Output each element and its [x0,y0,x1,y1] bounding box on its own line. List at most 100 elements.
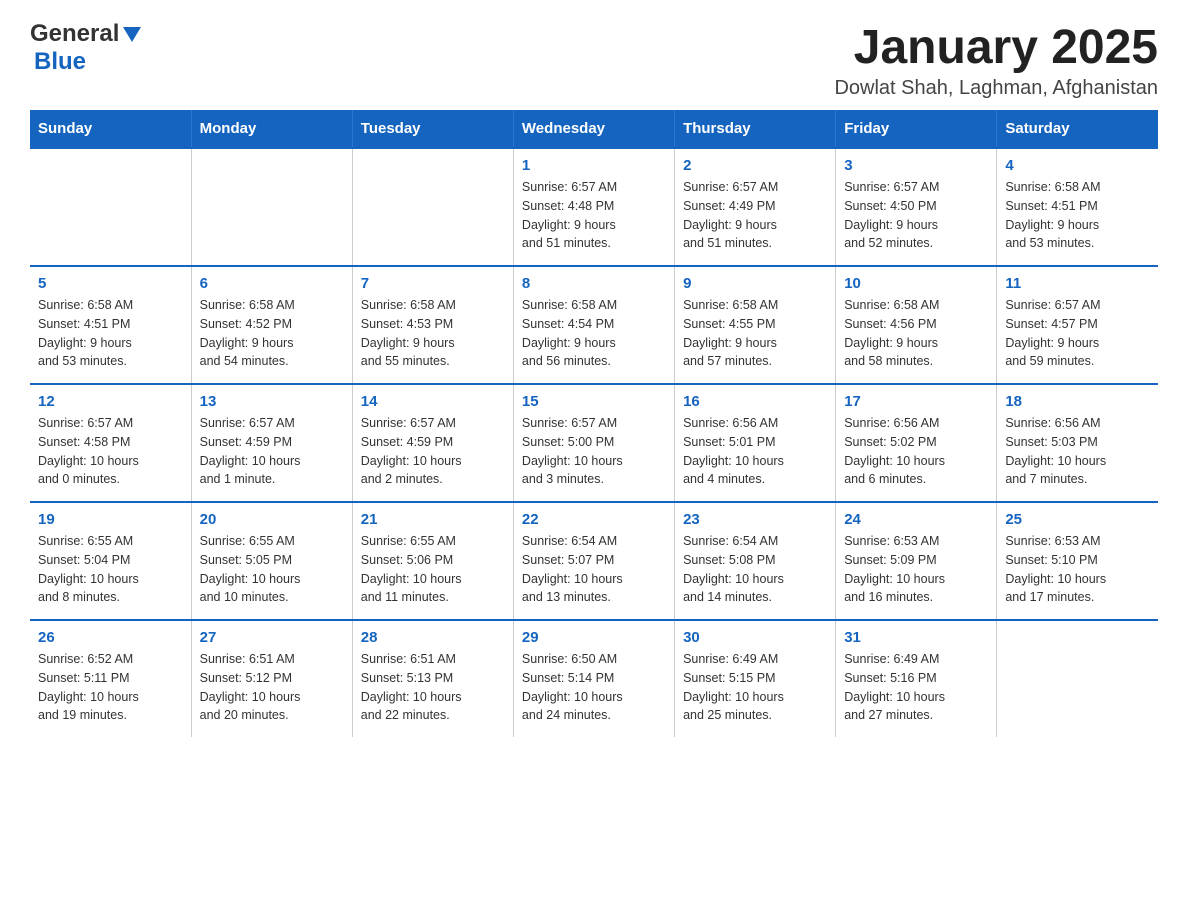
day-number: 13 [200,393,344,410]
col-header-tuesday: Tuesday [352,110,513,148]
calendar-cell: 25Sunrise: 6:53 AMSunset: 5:10 PMDayligh… [997,502,1158,620]
calendar-cell: 29 Sunrise: 6:50 AMSunset: 5:14 PMDayligh… [513,620,674,737]
calendar-cell: 18 Sunrise: 6:56 AMSunset: 5:03 PMDayligh… [997,384,1158,502]
calendar-cell: 2Sunrise: 6:57 AMSunset: 4:49 PMDaylight… [675,148,836,266]
page-header: General Blue January 2025 Dowlat Shah, L… [30,20,1158,100]
calendar-cell [997,620,1158,737]
calendar-cell: 12 Sunrise: 6:57 AMSunset: 4:58 PMDayligh… [30,384,191,502]
day-number: 12 [38,393,183,410]
calendar-cell: 31 Sunrise: 6:49 AMSunset: 5:16 PMDayligh… [836,620,997,737]
day-number: 10 [844,275,988,292]
day-info: Sunrise: 6:54 AMSunset: 5:08 PMDaylight:… [683,532,827,607]
calendar-week-5: 26Sunrise: 6:52 AMSunset: 5:11 PMDayligh… [30,620,1158,737]
day-info: Sunrise: 6:52 AMSunset: 5:11 PMDaylight:… [38,650,183,725]
logo: General Blue [30,20,141,76]
day-number: 19 [38,511,183,528]
calendar-cell: 27 Sunrise: 6:51 AMSunset: 5:12 PMDayligh… [191,620,352,737]
day-number: 22 [522,511,666,528]
calendar-header-row: SundayMondayTuesdayWednesdayThursdayFrid… [30,110,1158,148]
day-info: Sunrise: 6:49 AMSunset: 5:15 PMDaylight:… [683,650,827,725]
day-number: 6 [200,275,344,292]
day-info: Sunrise: 6:57 AMSunset: 4:59 PMDaylight:… [361,414,505,489]
calendar-cell: 4Sunrise: 6:58 AMSunset: 4:51 PMDaylight… [997,148,1158,266]
day-info: Sunrise: 6:57 AMSunset: 4:57 PMDaylight:… [1005,296,1150,371]
calendar-cell: 11Sunrise: 6:57 AMSunset: 4:57 PMDayligh… [997,266,1158,384]
day-number: 29 [522,629,666,646]
day-number: 27 [200,629,344,646]
page-title: January 2025 [834,20,1158,75]
day-info: Sunrise: 6:57 AMSunset: 4:59 PMDaylight:… [200,414,344,489]
day-number: 5 [38,275,183,292]
calendar-cell: 17Sunrise: 6:56 AMSunset: 5:02 PMDayligh… [836,384,997,502]
calendar-cell: 16Sunrise: 6:56 AMSunset: 5:01 PMDayligh… [675,384,836,502]
day-info: Sunrise: 6:58 AMSunset: 4:52 PMDaylight:… [200,296,344,371]
day-info: Sunrise: 6:57 AMSunset: 4:50 PMDaylight:… [844,178,988,253]
col-header-monday: Monday [191,110,352,148]
day-number: 23 [683,511,827,528]
day-info: Sunrise: 6:53 AMSunset: 5:10 PMDaylight:… [1005,532,1150,607]
day-info: Sunrise: 6:58 AMSunset: 4:51 PMDaylight:… [38,296,183,371]
calendar-cell [352,148,513,266]
day-number: 16 [683,393,827,410]
day-number: 4 [1005,157,1150,174]
col-header-thursday: Thursday [675,110,836,148]
calendar-cell: 1Sunrise: 6:57 AMSunset: 4:48 PMDaylight… [513,148,674,266]
day-info: Sunrise: 6:55 AMSunset: 5:05 PMDaylight:… [200,532,344,607]
calendar-cell: 6 Sunrise: 6:58 AMSunset: 4:52 PMDaylight… [191,266,352,384]
day-number: 17 [844,393,988,410]
calendar-cell: 26Sunrise: 6:52 AMSunset: 5:11 PMDayligh… [30,620,191,737]
calendar-cell: 21 Sunrise: 6:55 AMSunset: 5:06 PMDayligh… [352,502,513,620]
calendar-week-1: 1Sunrise: 6:57 AMSunset: 4:48 PMDaylight… [30,148,1158,266]
day-number: 31 [844,629,988,646]
calendar-cell: 7 Sunrise: 6:58 AMSunset: 4:53 PMDaylight… [352,266,513,384]
day-info: Sunrise: 6:57 AMSunset: 4:49 PMDaylight:… [683,178,827,253]
calendar-cell: 15Sunrise: 6:57 AMSunset: 5:00 PMDayligh… [513,384,674,502]
day-info: Sunrise: 6:53 AMSunset: 5:09 PMDaylight:… [844,532,988,607]
calendar-cell: 8 Sunrise: 6:58 AMSunset: 4:54 PMDaylight… [513,266,674,384]
calendar-cell: 14 Sunrise: 6:57 AMSunset: 4:59 PMDayligh… [352,384,513,502]
col-header-sunday: Sunday [30,110,191,148]
day-info: Sunrise: 6:57 AMSunset: 4:58 PMDaylight:… [38,414,183,489]
day-number: 21 [361,511,505,528]
day-info: Sunrise: 6:56 AMSunset: 5:03 PMDaylight:… [1005,414,1150,489]
day-info: Sunrise: 6:51 AMSunset: 5:13 PMDaylight:… [361,650,505,725]
calendar-cell: 19 Sunrise: 6:55 AMSunset: 5:04 PMDayligh… [30,502,191,620]
day-number: 1 [522,157,666,174]
col-header-friday: Friday [836,110,997,148]
col-header-saturday: Saturday [997,110,1158,148]
calendar-cell: 23 Sunrise: 6:54 AMSunset: 5:08 PMDayligh… [675,502,836,620]
day-number: 3 [844,157,988,174]
logo-triangle-icon [123,27,141,42]
day-info: Sunrise: 6:51 AMSunset: 5:12 PMDaylight:… [200,650,344,725]
calendar-cell: 5 Sunrise: 6:58 AMSunset: 4:51 PMDaylight… [30,266,191,384]
day-number: 15 [522,393,666,410]
day-number: 28 [361,629,505,646]
col-header-wednesday: Wednesday [513,110,674,148]
day-info: Sunrise: 6:55 AMSunset: 5:06 PMDaylight:… [361,532,505,607]
calendar-cell: 22Sunrise: 6:54 AMSunset: 5:07 PMDayligh… [513,502,674,620]
logo-blue-text: Blue [34,48,86,76]
logo-general-text: General [30,20,119,48]
calendar-cell: 3 Sunrise: 6:57 AMSunset: 4:50 PMDaylight… [836,148,997,266]
day-info: Sunrise: 6:58 AMSunset: 4:56 PMDaylight:… [844,296,988,371]
calendar-cell: 24Sunrise: 6:53 AMSunset: 5:09 PMDayligh… [836,502,997,620]
day-info: Sunrise: 6:58 AMSunset: 4:53 PMDaylight:… [361,296,505,371]
calendar-cell: 10 Sunrise: 6:58 AMSunset: 4:56 PMDayligh… [836,266,997,384]
day-number: 14 [361,393,505,410]
day-number: 8 [522,275,666,292]
day-info: Sunrise: 6:49 AMSunset: 5:16 PMDaylight:… [844,650,988,725]
day-number: 20 [200,511,344,528]
calendar-cell: 28 Sunrise: 6:51 AMSunset: 5:13 PMDayligh… [352,620,513,737]
calendar-week-3: 12 Sunrise: 6:57 AMSunset: 4:58 PMDayligh… [30,384,1158,502]
calendar-cell: 9Sunrise: 6:58 AMSunset: 4:55 PMDaylight… [675,266,836,384]
calendar-cell: 20 Sunrise: 6:55 AMSunset: 5:05 PMDayligh… [191,502,352,620]
day-info: Sunrise: 6:55 AMSunset: 5:04 PMDaylight:… [38,532,183,607]
day-info: Sunrise: 6:58 AMSunset: 4:54 PMDaylight:… [522,296,666,371]
day-number: 7 [361,275,505,292]
day-info: Sunrise: 6:50 AMSunset: 5:14 PMDaylight:… [522,650,666,725]
day-number: 30 [683,629,827,646]
calendar-week-4: 19 Sunrise: 6:55 AMSunset: 5:04 PMDayligh… [30,502,1158,620]
calendar-table: SundayMondayTuesdayWednesdayThursdayFrid… [30,110,1158,737]
calendar-week-2: 5 Sunrise: 6:58 AMSunset: 4:51 PMDaylight… [30,266,1158,384]
day-number: 18 [1005,393,1150,410]
